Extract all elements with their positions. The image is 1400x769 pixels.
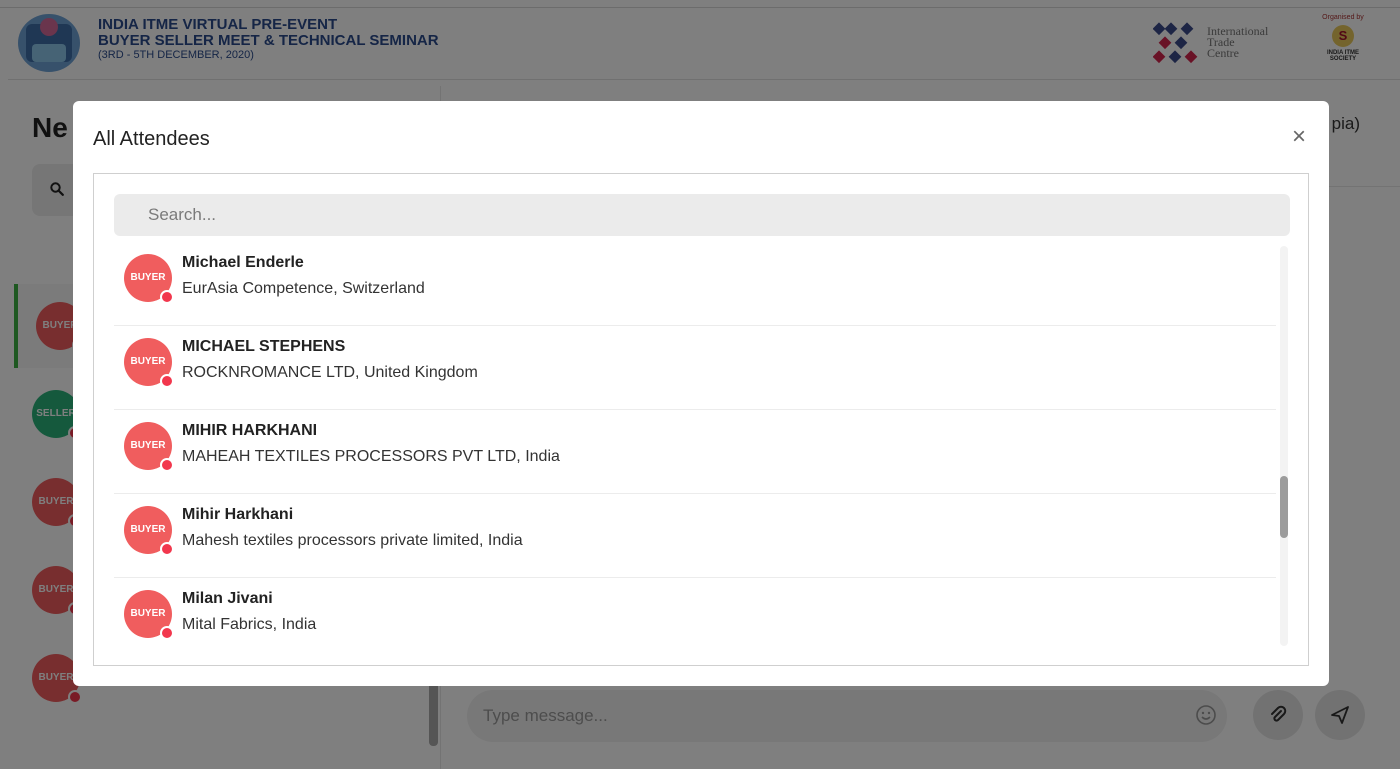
attendees-container: BUYER Michael Enderle EurAsia Competence… xyxy=(93,173,1309,666)
close-icon[interactable]: × xyxy=(1287,125,1311,149)
attendee-name: Michael Enderle xyxy=(182,254,304,271)
attendee-name: MICHAEL STEPHENS xyxy=(182,338,346,355)
attendee-organization: ROCKNROMANCE LTD, United Kingdom xyxy=(182,364,478,381)
status-dot xyxy=(160,626,174,640)
attendee-list: BUYER Michael Enderle EurAsia Competence… xyxy=(114,242,1276,654)
attendee-row[interactable]: BUYER Milan Jivani Mital Fabrics, India xyxy=(114,578,1276,654)
status-dot xyxy=(160,290,174,304)
attendee-name: Milan Jivani xyxy=(182,590,273,607)
role-badge: BUYER xyxy=(130,440,166,451)
attendee-row[interactable]: BUYER Mihir Harkhani Mahesh textiles pro… xyxy=(114,494,1276,578)
attendee-row[interactable]: BUYER MICHAEL STEPHENS ROCKNROMANCE LTD,… xyxy=(114,326,1276,410)
attendee-row[interactable]: BUYER Michael Enderle EurAsia Competence… xyxy=(114,242,1276,326)
attendee-organization: Mital Fabrics, India xyxy=(182,616,317,633)
attendee-organization: Mahesh textiles processors private limit… xyxy=(182,532,523,549)
role-badge: BUYER xyxy=(130,608,166,619)
role-badge: BUYER xyxy=(130,272,166,283)
all-attendees-modal: All Attendees × BUYER Michael Enderle Eu… xyxy=(73,101,1329,686)
attendee-row[interactable]: BUYER MIHIR HARKHANI MAHEAH TEXTILES PRO… xyxy=(114,410,1276,494)
role-badge: BUYER xyxy=(130,524,166,535)
attendee-list-scrollbar[interactable] xyxy=(1280,246,1288,646)
avatar: BUYER xyxy=(124,338,174,388)
attendee-organization: EurAsia Competence, Switzerland xyxy=(182,280,425,297)
attendee-organization: MAHEAH TEXTILES PROCESSORS PVT LTD, Indi… xyxy=(182,448,560,465)
scrollbar-thumb[interactable] xyxy=(1280,476,1288,538)
avatar: BUYER xyxy=(124,422,174,472)
status-dot xyxy=(160,542,174,556)
modal-title: All Attendees xyxy=(93,128,210,150)
attendee-name: MIHIR HARKHANI xyxy=(182,422,318,439)
avatar: BUYER xyxy=(124,506,174,556)
status-dot xyxy=(160,374,174,388)
role-badge: BUYER xyxy=(130,356,166,367)
status-dot xyxy=(160,458,174,472)
avatar: BUYER xyxy=(124,254,174,304)
attendee-search-input[interactable] xyxy=(114,194,1290,236)
avatar: BUYER xyxy=(124,590,174,640)
attendee-name: Mihir Harkhani xyxy=(182,506,294,523)
